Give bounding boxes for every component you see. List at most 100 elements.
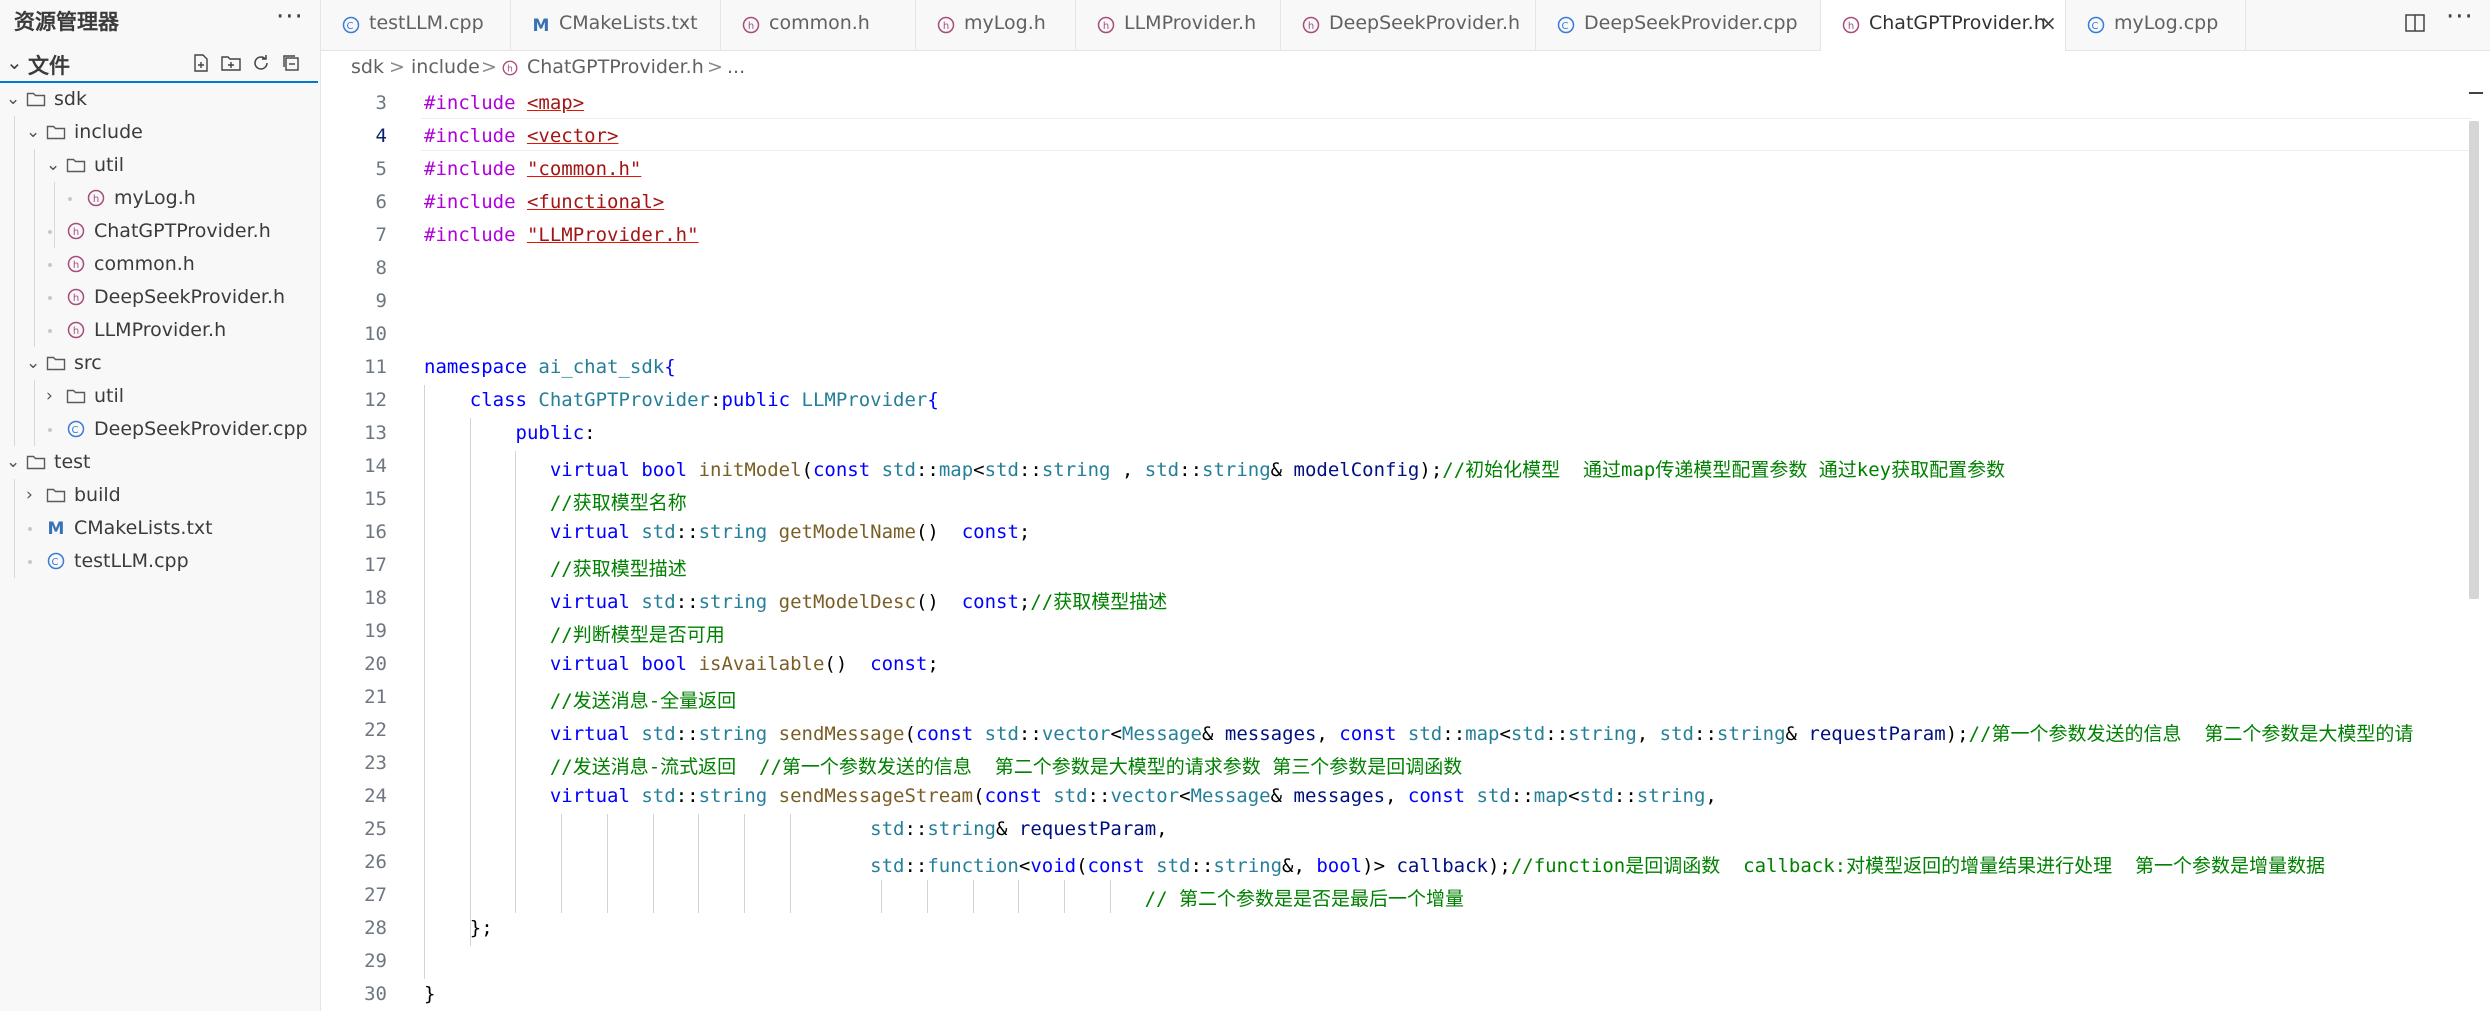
svg-text:h: h: [1103, 21, 1109, 32]
breadcrumb-include[interactable]: include: [411, 56, 480, 78]
tab-label: DeepSeekProvider.cpp: [1584, 12, 1798, 34]
files-section-header[interactable]: ⌄ 文件: [0, 48, 318, 80]
tree-item-label: include: [74, 121, 143, 143]
editor-tab[interactable]: h myLog.h: [916, 0, 1076, 50]
refresh-icon[interactable]: [250, 52, 272, 74]
tree-folder[interactable]: ⌄ include: [0, 116, 318, 149]
tab-label: DeepSeekProvider.h: [1329, 12, 1521, 34]
line-number: 10: [364, 323, 387, 345]
tree-item-label: util: [94, 154, 125, 176]
svg-text:h: h: [73, 227, 79, 238]
svg-text:C: C: [1562, 21, 1569, 32]
tab-label: CMakeLists.txt: [559, 12, 698, 34]
tree-file[interactable]: h common.h: [0, 248, 318, 281]
indent-guide: [424, 385, 425, 979]
close-icon[interactable]: ×: [2040, 11, 2057, 35]
tree-indent-guide: [54, 182, 55, 248]
tab-label: common.h: [769, 12, 870, 34]
breadcrumb-file[interactable]: ChatGPTProvider.h: [527, 56, 704, 78]
code-line: }: [424, 983, 436, 1005]
tree-file[interactable]: M CMakeLists.txt: [0, 512, 318, 545]
cmake-file-icon: M: [46, 518, 66, 539]
line-number: 29: [364, 950, 387, 972]
svg-text:h: h: [748, 21, 754, 32]
chevron-down-icon: ⌄: [6, 50, 23, 74]
folder-icon: [66, 386, 86, 406]
chevron-right-icon: ›: [46, 386, 53, 406]
svg-text:M: M: [48, 519, 65, 538]
tree-file[interactable]: h myLog.h: [0, 182, 318, 215]
tree-file[interactable]: h DeepSeekProvider.h: [0, 281, 318, 314]
collapse-all-icon[interactable]: [280, 52, 302, 74]
tree-folder[interactable]: ⌄ src: [0, 347, 318, 380]
header-file-icon: h: [86, 188, 106, 208]
indent-guide: [972, 880, 974, 913]
tree-item-label: CMakeLists.txt: [74, 517, 213, 539]
code-line: //发送消息-流式返回 //第一个参数发送的信息 第二个参数是大模型的请求参数 …: [549, 756, 1463, 778]
editor-tab[interactable]: C DeepSeekProvider.cpp: [1536, 0, 1821, 50]
indent-guide: [1109, 880, 1111, 913]
cpp-file-icon: C: [1556, 15, 1576, 35]
header-file-icon: h: [1096, 15, 1116, 35]
indent-guide: [561, 814, 563, 913]
line-number: 11: [364, 356, 387, 378]
folder-icon: [46, 485, 66, 505]
editor-tab[interactable]: h LLMProvider.h: [1076, 0, 1281, 50]
tree-folder[interactable]: ⌄ test: [0, 446, 318, 479]
line-number: 21: [364, 686, 387, 708]
tree-folder[interactable]: › build: [0, 479, 318, 512]
tree-folder[interactable]: ⌄ util: [0, 149, 318, 182]
editor-tab[interactable]: M CMakeLists.txt: [511, 0, 721, 50]
line-number: 16: [364, 521, 387, 543]
header-file-icon: h: [66, 287, 86, 307]
tree-file[interactable]: h ChatGPTProvider.h: [0, 215, 318, 248]
indent-guide: [881, 880, 883, 913]
tree-dot: [68, 197, 72, 201]
line-number: 4: [375, 125, 387, 147]
line-number: 8: [375, 257, 387, 279]
header-file-icon: h: [501, 59, 519, 82]
breadcrumb-separator: >: [707, 56, 723, 78]
line-number: 14: [364, 455, 387, 477]
header-file-icon: h: [1841, 15, 1861, 35]
files-section-label: 文件: [28, 54, 70, 78]
editor-tab[interactable]: h common.h: [721, 0, 916, 50]
code-line: std::string& requestParam,: [870, 818, 1168, 840]
new-folder-icon[interactable]: [220, 52, 242, 74]
code-line: virtual bool isAvailable() const;: [549, 653, 939, 675]
tree-item-label: DeepSeekProvider.h: [94, 286, 286, 308]
svg-text:h: h: [73, 293, 79, 304]
new-file-icon[interactable]: [190, 52, 212, 74]
scrollbar-thumb[interactable]: [2469, 121, 2479, 599]
folder-icon: [66, 155, 86, 175]
header-file-icon: h: [66, 320, 86, 340]
editor-tab[interactable]: CmyLog.cpp: [2066, 0, 2246, 50]
code-line: virtual bool initModel(const std::map<st…: [549, 459, 2006, 481]
code-line: //获取模型名称: [549, 492, 687, 514]
breadcrumb-symbols[interactable]: ...: [727, 56, 745, 78]
editor-tab[interactable]: h DeepSeekProvider.h: [1281, 0, 1536, 50]
tree-folder[interactable]: › util: [0, 380, 318, 413]
tree-folder[interactable]: ⌄ sdk: [0, 83, 318, 116]
code-line: #include <vector>: [424, 125, 619, 147]
editor-tab[interactable]: CtestLLM.cpp: [321, 0, 511, 50]
tree-item-label: LLMProvider.h: [94, 319, 227, 341]
more-actions-icon[interactable]: ···: [2446, 2, 2474, 32]
breadcrumb-sdk[interactable]: sdk: [351, 56, 384, 78]
tree-dot: [48, 428, 52, 432]
tree-item-label: util: [94, 385, 125, 407]
svg-text:h: h: [73, 260, 79, 271]
line-number: 28: [364, 917, 387, 939]
editor-tab[interactable]: h ChatGPTProvider.h ×: [1821, 0, 2066, 51]
indent-guide: [1018, 880, 1020, 913]
tree-file[interactable]: CtestLLM.cpp: [0, 545, 318, 578]
line-number: 12: [364, 389, 387, 411]
code-editor[interactable]: 3 4 5 6 7 8 9 10 11 12 13 14 15 16 17 18 19 20 21 22 23 24 25 2…: [321, 88, 2490, 1011]
more-actions-icon[interactable]: ···: [276, 2, 304, 32]
tree-indent-guide: [14, 479, 15, 578]
tree-file[interactable]: h LLMProvider.h: [0, 314, 318, 347]
split-editor-icon[interactable]: [2404, 12, 2426, 38]
line-number: 25: [364, 818, 387, 840]
tree-file[interactable]: C DeepSeekProvider.cpp: [0, 413, 318, 446]
cpp-file-icon: C: [46, 551, 66, 571]
